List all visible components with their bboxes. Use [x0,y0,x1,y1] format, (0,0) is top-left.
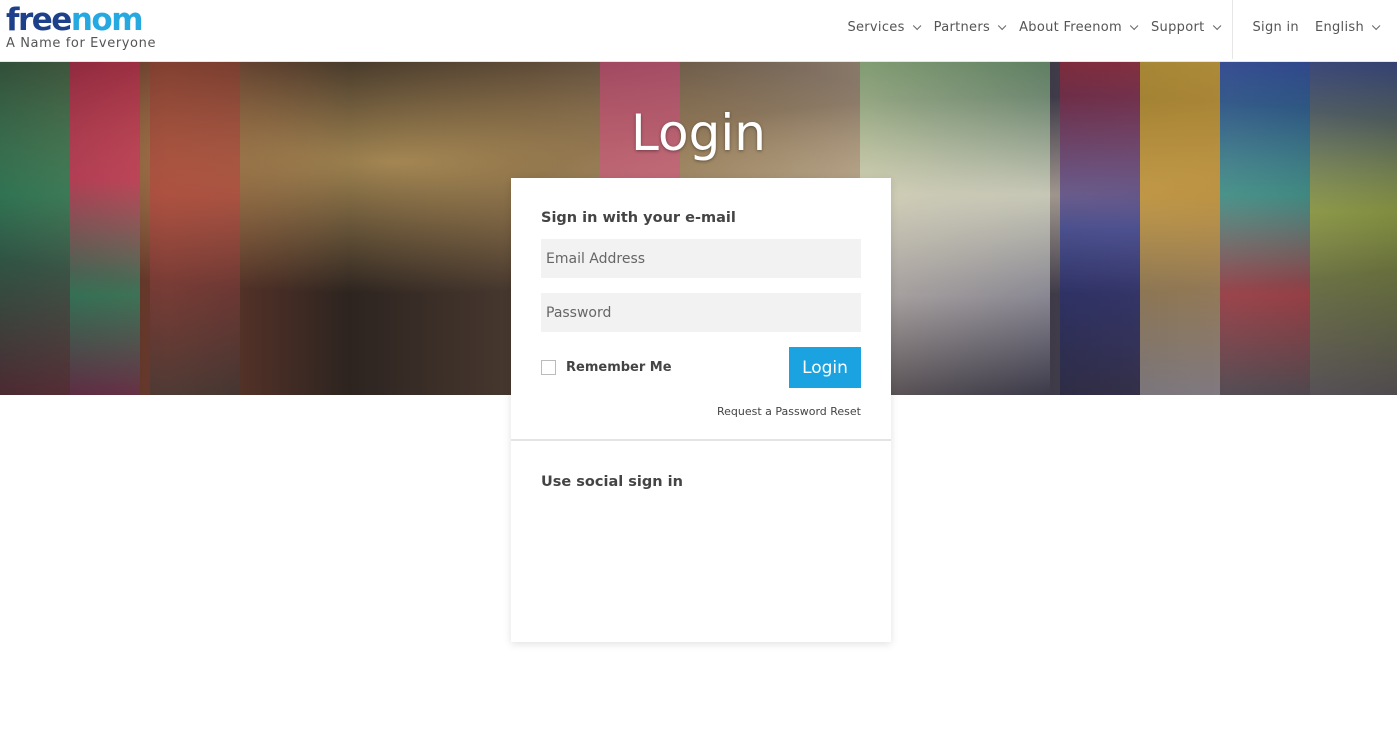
chevron-down-icon [1212,21,1221,30]
logo-tagline: A Name for Everyone [6,36,157,51]
nav-sign-in-label: Sign in [1252,20,1299,35]
chevron-down-icon [997,21,1007,30]
nav-partners-label: Partners [933,20,991,35]
chevron-down-icon [1129,21,1139,30]
logo-wordmark: freenom [6,2,144,38]
password-field[interactable] [541,293,861,332]
page-title: Login [631,104,766,162]
nav-partners[interactable]: Partners [933,20,1007,35]
main-nav: Services Partners About Freenom Support … [831,0,1381,59]
nav-sign-in[interactable]: Sign in [1253,20,1299,35]
nav-support[interactable]: Support [1151,20,1221,35]
freenom-logo[interactable]: freenom A Name for Everyone [6,2,156,51]
chevron-down-icon [912,21,922,30]
nav-support-label: Support [1151,20,1205,35]
nav-services[interactable]: Services [847,20,922,35]
language-label: English [1314,20,1364,35]
nav-about[interactable]: About Freenom [1019,20,1139,35]
social-signin-heading: Use social sign in [541,474,683,490]
remember-me-label: Remember Me [566,360,672,375]
nav-services-label: Services [847,20,905,35]
card-divider [511,439,891,441]
remember-me-checkbox[interactable] [541,360,556,375]
login-card: Sign in with your e-mail Remember Me Log… [511,178,891,642]
remember-me[interactable]: Remember Me [541,360,672,375]
site-header: freenom A Name for Everyone Services Par… [0,0,1397,62]
email-signin-heading: Sign in with your e-mail [541,210,736,226]
chevron-down-icon [1371,21,1381,30]
login-button[interactable]: Login [789,347,861,388]
nav-divider [1231,0,1233,59]
email-field[interactable] [541,239,861,278]
language-selector[interactable]: English [1314,20,1381,35]
password-reset-link[interactable]: Request a Password Reset [717,405,861,418]
nav-about-label: About Freenom [1019,20,1122,35]
